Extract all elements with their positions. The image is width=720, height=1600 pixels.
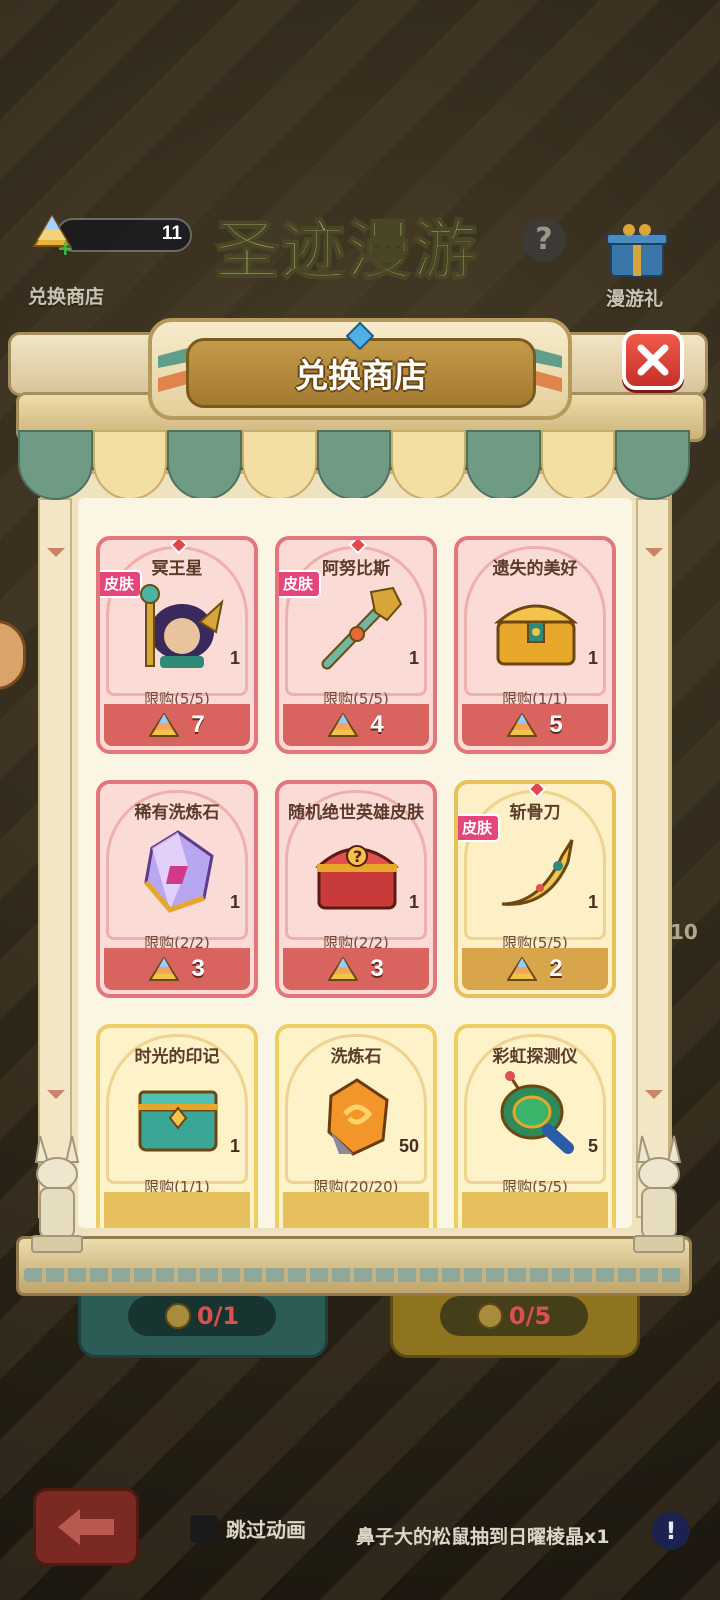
item-name: 遗失的美好 (492, 559, 578, 579)
item-qty: 5 (587, 1136, 598, 1156)
price-button[interactable]: 3 (283, 948, 429, 990)
price-button[interactable] (104, 1192, 250, 1228)
item-qty: 1 (229, 892, 240, 912)
blue-gem-icon (346, 322, 374, 350)
close-button[interactable] (622, 330, 684, 390)
shop-item-card[interactable]: 洗炼石 50 限购(20/20) (275, 1024, 437, 1228)
shop-item-card[interactable]: 随机绝世英雄皮肤 ? 1 限购(2/2) 3 (275, 780, 437, 998)
price-button[interactable] (462, 1192, 608, 1228)
shop-item-card[interactable]: 斩骨刀 皮肤 1 限购(5/5) 2 (454, 780, 616, 998)
item-qty: 1 (408, 892, 419, 912)
rainbow-detector-icon (500, 1071, 574, 1154)
rare-crystal-icon (144, 830, 214, 913)
pyramid-currency-icon (149, 957, 180, 981)
item-price: 3 (370, 955, 384, 982)
refine-stone-icon (327, 1078, 389, 1156)
pillar-right (636, 498, 670, 1218)
pyramid-currency-icon (507, 713, 538, 737)
price-button[interactable]: 7 (104, 704, 250, 746)
item-qty: 1 (229, 648, 240, 668)
close-icon (637, 344, 669, 376)
price-button[interactable]: 5 (462, 704, 608, 746)
modal-awning (18, 430, 691, 500)
item-name: 随机绝世英雄皮肤 (288, 803, 424, 823)
item-price: 4 (370, 711, 384, 738)
mystery-chest-icon: ? (315, 845, 399, 910)
shop-item-card[interactable]: 阿努比斯 皮肤 1 限购(5/5) 4 (275, 536, 437, 754)
pyramid-currency-icon (149, 713, 180, 737)
pyramid-currency-icon (328, 713, 359, 737)
shop-item-card[interactable]: 稀有洗炼石 1 限购(2/2) 3 (96, 780, 258, 998)
sphinx-statue-icon (31, 1135, 83, 1253)
modal-base-stripe (24, 1268, 684, 1282)
bone-blade-icon (501, 839, 574, 906)
red-gem-icon (528, 784, 546, 798)
shop-item-card[interactable]: 时光的印记 1 限购(1/1) (96, 1024, 258, 1228)
item-qty: 50 (398, 1136, 419, 1156)
item-qty: 1 (408, 648, 419, 668)
anubis-staff-icon (321, 586, 403, 670)
sphinx-statue-icon (633, 1135, 685, 1253)
modal-title: 兑换商店 (295, 356, 427, 395)
item-qty: 1 (229, 1136, 240, 1156)
price-button[interactable]: 4 (283, 704, 429, 746)
item-price: 3 (191, 955, 205, 982)
shop-item-grid: 冥王星 皮肤 1 限购(5/5) 7 阿努比斯 皮肤 1 限购(5/5) 4 遗… (96, 536, 618, 1228)
item-price: 7 (191, 711, 205, 738)
item-price: 2 (549, 955, 563, 982)
red-gem-icon (349, 540, 367, 554)
shop-item-card[interactable]: 彩虹探测仪 5 限购(5/5) (454, 1024, 616, 1228)
pyramid-currency-icon (507, 957, 538, 981)
modal-base (16, 1236, 692, 1296)
pyramid-currency-icon (328, 957, 359, 981)
item-name: 彩虹探测仪 (492, 1047, 578, 1067)
gold-chest-icon (493, 604, 579, 666)
exchange-shop-modal: 兑换商店 冥王星 皮肤 1 限购(5/5) 7 阿努比斯 皮肤 1 限购(5/5… (0, 0, 720, 1600)
shop-item-card[interactable]: 冥王星 皮肤 1 限购(5/5) 7 (96, 536, 258, 754)
pillar-left (38, 498, 72, 1218)
price-button[interactable]: 3 (104, 948, 250, 990)
red-gem-icon (170, 540, 188, 554)
price-button[interactable] (283, 1192, 429, 1228)
svg-text:?: ? (353, 847, 362, 866)
item-price: 5 (549, 711, 563, 738)
item-qty: 1 (587, 892, 598, 912)
item-name: 时光的印记 (134, 1047, 220, 1067)
shop-item-scroll-area[interactable]: 冥王星 皮肤 1 限购(5/5) 7 阿努比斯 皮肤 1 限购(5/5) 4 遗… (78, 498, 632, 1228)
item-qty: 1 (587, 648, 598, 668)
item-name: 洗炼石 (330, 1047, 382, 1067)
item-name: 稀有洗炼石 (134, 803, 220, 823)
pluto-hero-icon (140, 584, 224, 668)
shop-item-card[interactable]: 遗失的美好 1 限购(1/1) 5 (454, 536, 616, 754)
price-button[interactable]: 2 (462, 948, 608, 990)
teal-chest-icon (138, 1090, 218, 1152)
